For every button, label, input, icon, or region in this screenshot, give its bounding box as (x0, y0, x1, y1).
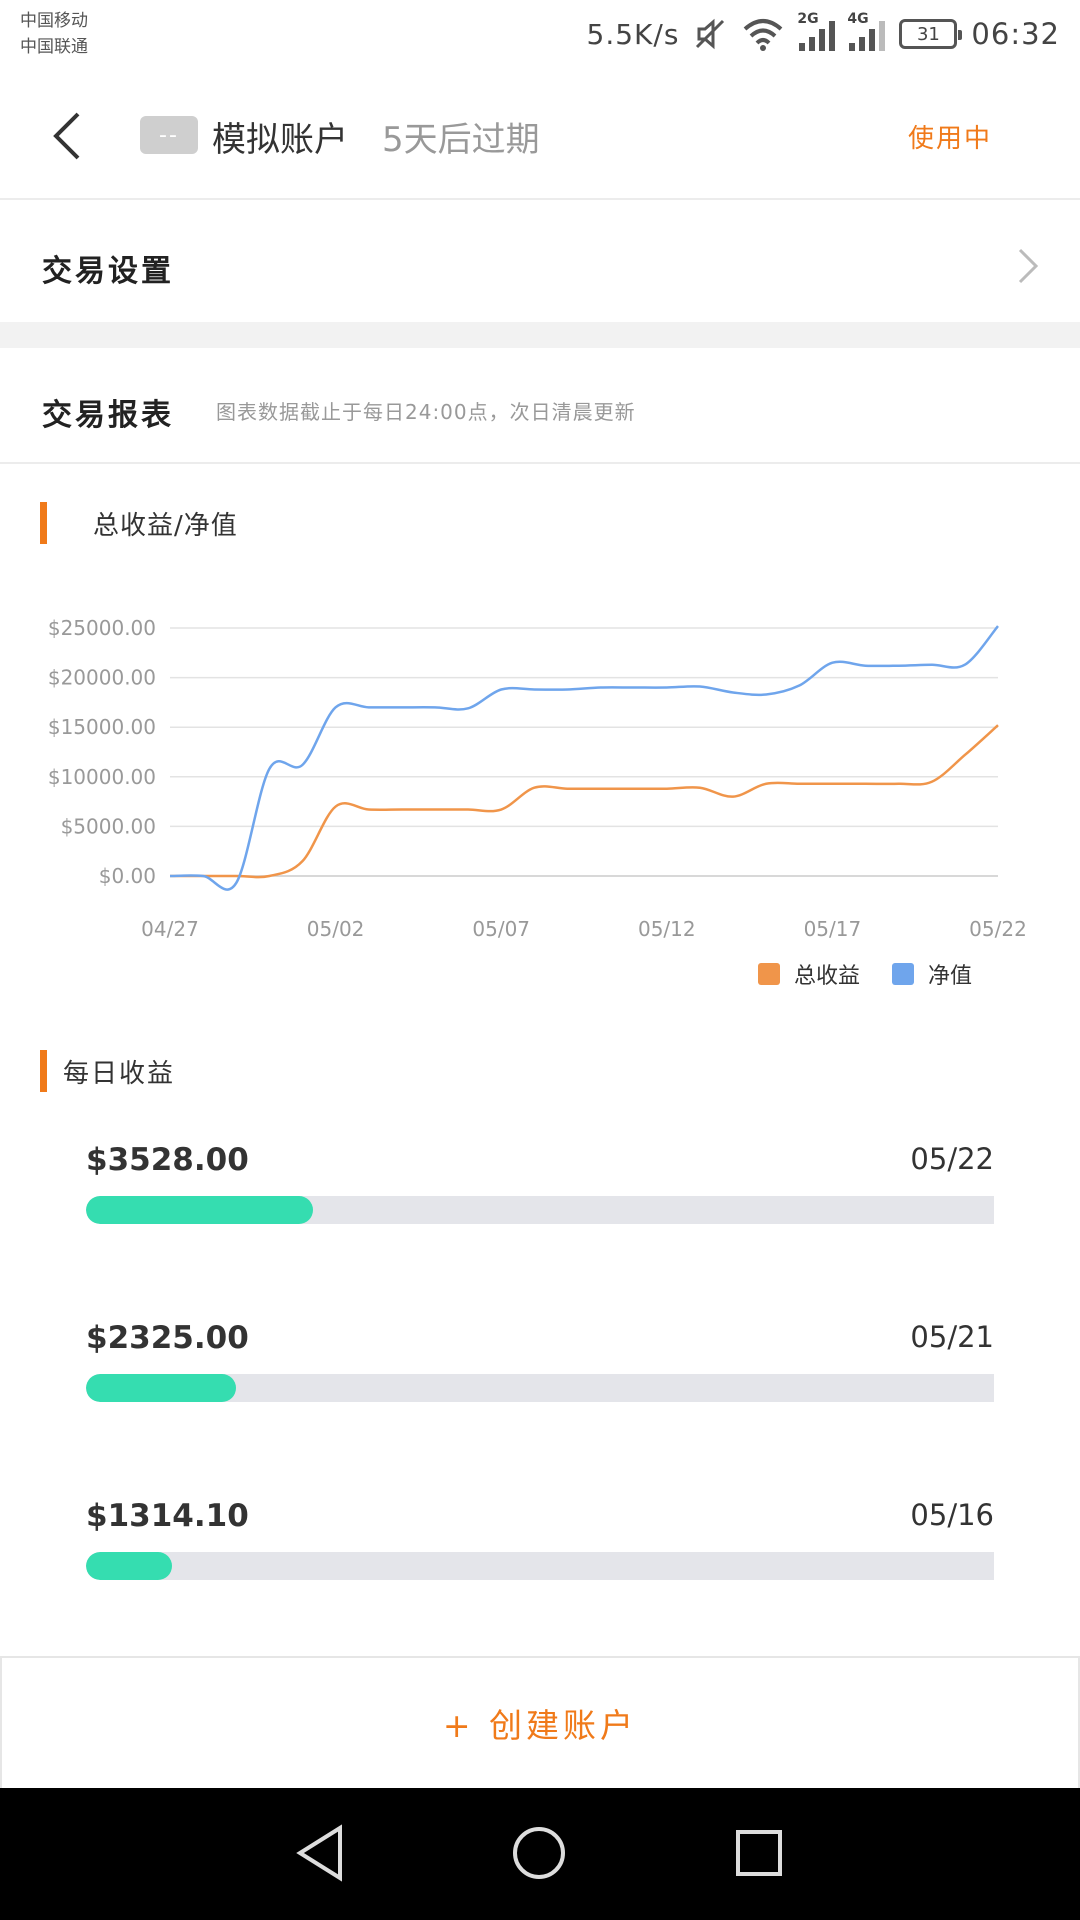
daily-date: 05/22 (910, 1142, 994, 1176)
daily-progress-fill (86, 1196, 313, 1224)
x-tick-label: 05/02 (307, 917, 365, 941)
section-divider (0, 322, 1080, 348)
status-indicators: 5.5K/s 2G 4G 31 06:32 (586, 11, 1061, 54)
daily-section-label: 每日收益 (40, 1050, 175, 1092)
y-tick-label: $0.00 (99, 864, 156, 888)
y-tick-label: $10000.00 (48, 765, 156, 789)
legend-label-income: 总收益 (793, 964, 860, 989)
battery-icon: 31 (899, 19, 963, 49)
account-name[interactable]: 模拟账户 (212, 112, 348, 161)
chevron-left-icon[interactable] (46, 106, 96, 166)
status-bar: 中国移动 中国联通 5.5K/s 2G 4G 31 06:32 (0, 0, 1080, 68)
series-line-income (169, 724, 999, 879)
legend-item-income[interactable]: 总收益 (757, 958, 860, 990)
daily-income-item[interactable]: $3528.00 05/22 (86, 1142, 994, 1232)
daily-amount: $3528.00 (86, 1142, 249, 1178)
section-marker (40, 502, 47, 544)
trade-settings-row[interactable]: 交易设置 (0, 202, 1080, 322)
trade-report-header: 交易报表 图表数据截止于每日24:00点，次日清晨更新 (0, 348, 1080, 464)
wifi-icon (744, 19, 783, 51)
account-header: -- 模拟账户 5天后过期 使用中 (0, 68, 1080, 200)
create-account-label: + 创建账户 (442, 1706, 638, 1745)
daily-amount: $2325.00 (86, 1320, 249, 1356)
carrier-2: 中国联通 (20, 37, 88, 57)
daily-progress-fill (86, 1552, 173, 1580)
triangle-back-icon[interactable] (286, 1818, 356, 1888)
daily-progress-track (86, 1196, 994, 1224)
daily-date: 05/21 (910, 1320, 994, 1354)
signal-sim1-icon: 2G (797, 11, 836, 51)
series-line-net (169, 625, 999, 891)
daily-section-title: 每日收益 (63, 1058, 176, 1089)
mute-icon (696, 18, 725, 50)
daily-date: 05/16 (910, 1498, 994, 1532)
legend-swatch-net (891, 963, 914, 985)
x-tick-label: 05/17 (804, 917, 862, 941)
system-nav-bar (0, 1788, 1080, 1920)
account-status: 使用中 (907, 124, 992, 154)
daily-income-item[interactable]: $1314.10 05/16 (86, 1498, 994, 1588)
legend-label-net: 净值 (927, 964, 972, 989)
chart-section-title: 总收益/净值 (93, 510, 238, 541)
y-tick-label: $15000.00 (48, 715, 156, 739)
chart-section-label: 总收益/净值 (40, 502, 238, 544)
legend-swatch-income (757, 963, 780, 985)
net-speed: 5.5K/s (586, 17, 680, 51)
signal-sim2-icon: 4G (847, 11, 886, 51)
legend-item-net[interactable]: 净值 (891, 958, 972, 990)
x-tick-label: 05/22 (969, 917, 1027, 941)
account-badge: -- (140, 116, 198, 154)
x-tick-label: 04/27 (141, 917, 199, 941)
sim2-network-tag: 4G (847, 11, 869, 27)
sim1-network-tag: 2G (797, 11, 819, 27)
daily-income-item[interactable]: $2325.00 05/21 (86, 1320, 994, 1410)
daily-progress-fill (86, 1374, 236, 1402)
y-tick-label: $5000.00 (61, 814, 156, 838)
section-marker (40, 1050, 47, 1092)
income-net-value-chart: $0.00 $5000.00 $10000.00 $15000.00 $20000.00… (48, 616, 1027, 941)
y-tick-label: $25000.00 (48, 616, 156, 640)
account-expire: 5天后过期 (382, 120, 540, 160)
x-tick-label: 05/12 (638, 917, 696, 941)
create-account-button[interactable]: + 创建账户 (0, 1656, 1080, 1788)
daily-progress-track (86, 1374, 994, 1402)
circle-home-icon[interactable] (504, 1818, 574, 1888)
chart-legend: 总收益 净值 (738, 958, 972, 990)
trade-settings-title: 交易设置 (42, 254, 174, 289)
daily-progress-track (86, 1552, 994, 1580)
carrier-info: 中国移动 中国联通 (20, 8, 88, 60)
square-recent-icon[interactable] (724, 1818, 794, 1888)
chevron-right-icon (1018, 248, 1039, 284)
trade-report-note: 图表数据截止于每日24:00点，次日清晨更新 (216, 400, 636, 424)
x-tick-label: 05/07 (472, 917, 530, 941)
battery-level: 31 (916, 23, 940, 45)
daily-amount: $1314.10 (86, 1498, 249, 1534)
clock: 06:32 (971, 17, 1060, 51)
carrier-1: 中国移动 (20, 11, 88, 31)
y-tick-label: $20000.00 (48, 666, 156, 690)
trade-report-title: 交易报表 (42, 398, 174, 433)
